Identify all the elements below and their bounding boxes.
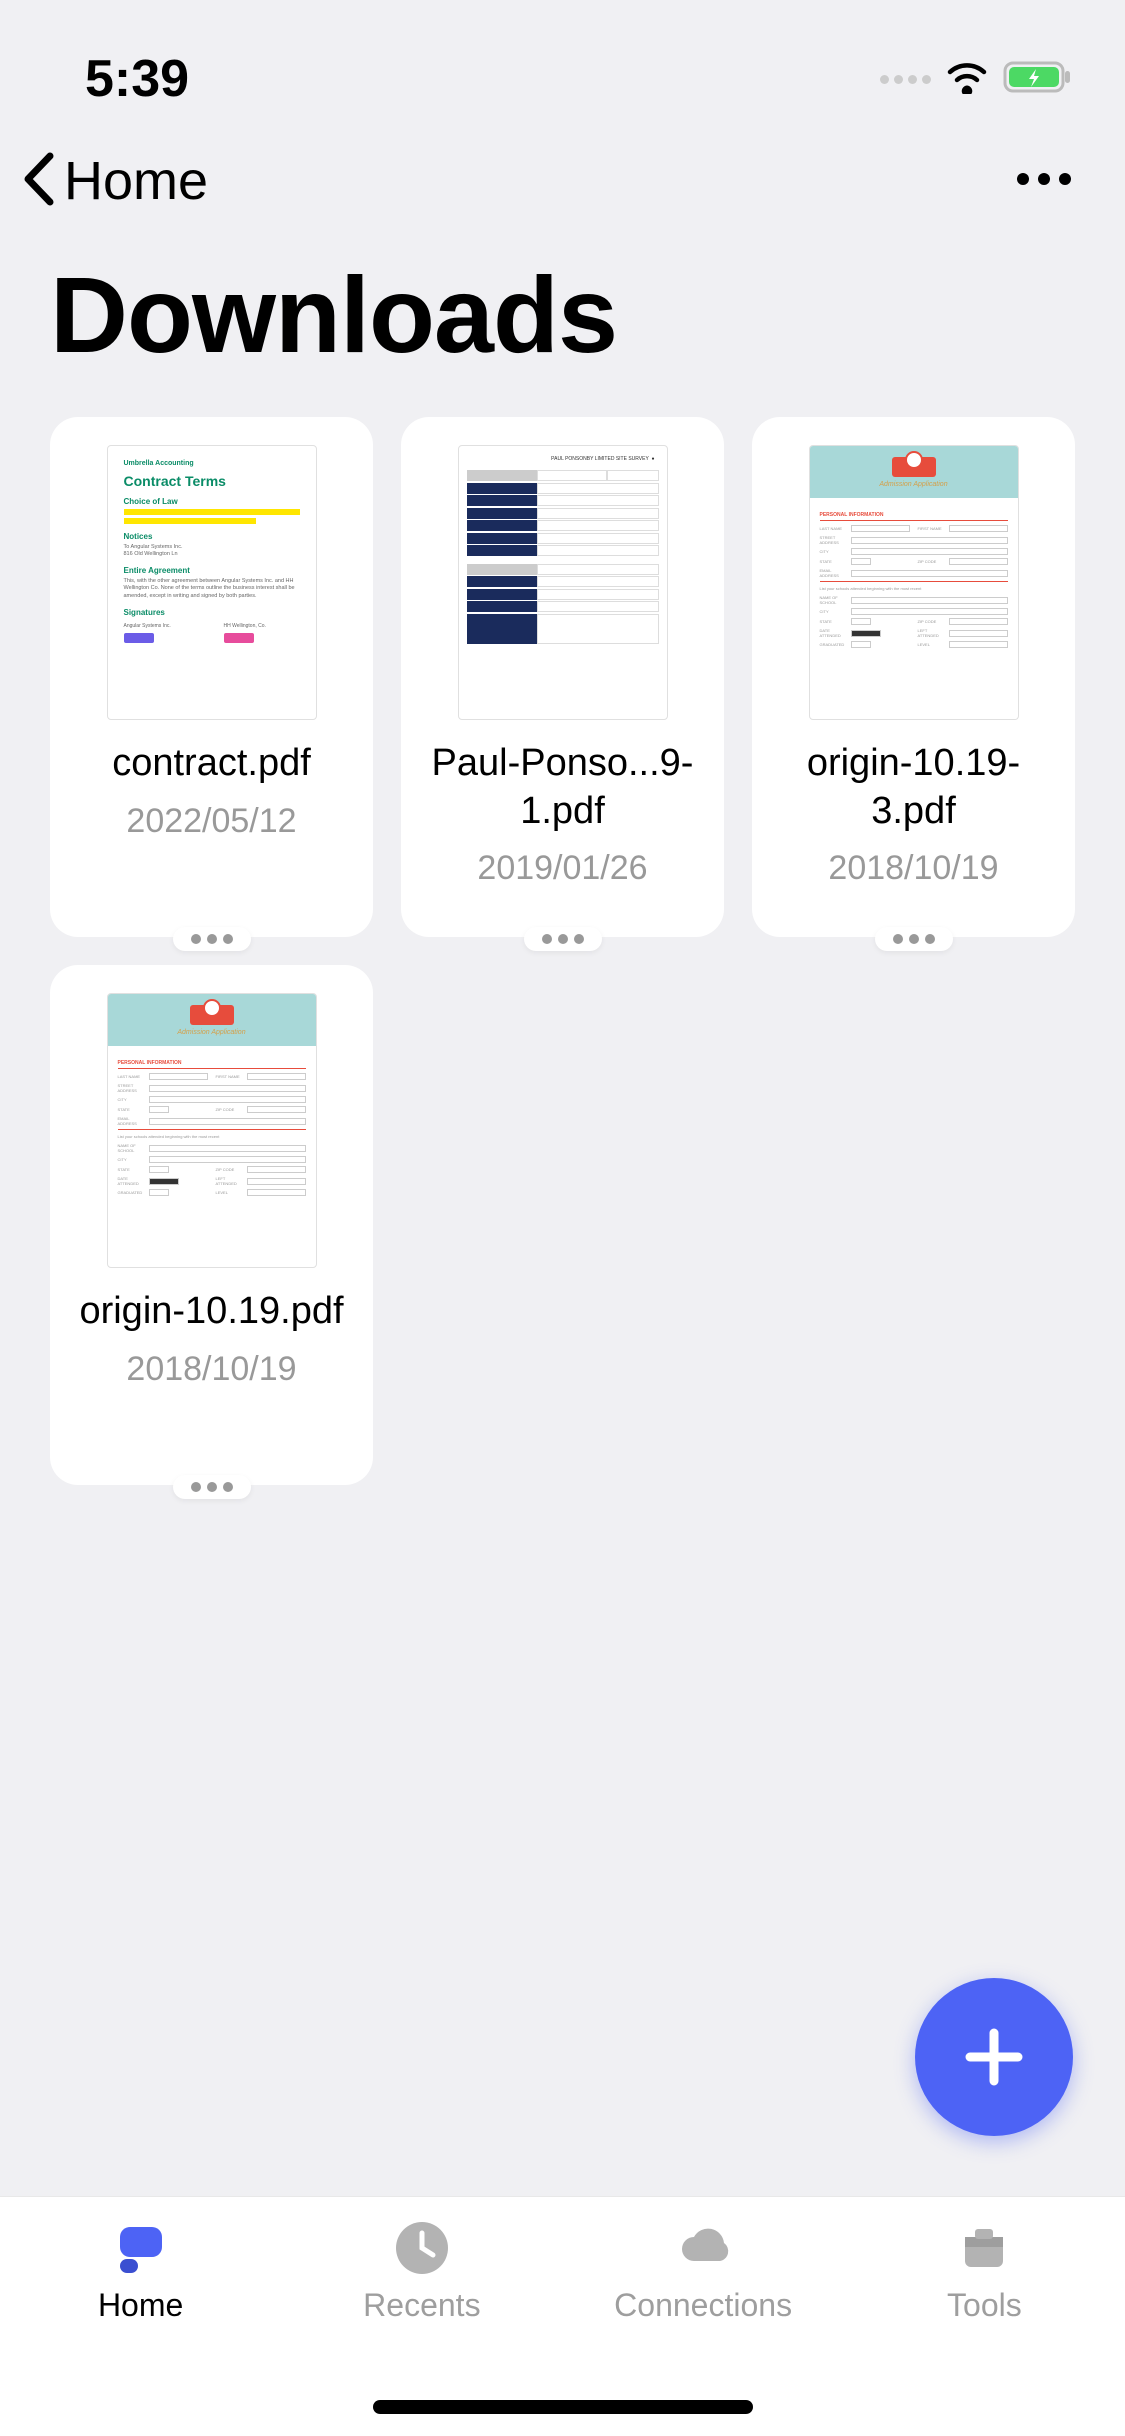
- nav-bar: Home: [0, 120, 1125, 222]
- file-date: 2018/10/19: [126, 1350, 296, 1389]
- back-button[interactable]: Home: [20, 150, 208, 212]
- battery-icon: [1003, 59, 1075, 100]
- file-name: origin-10.19.pdf: [79, 1288, 343, 1336]
- file-date: 2022/05/12: [126, 802, 296, 841]
- status-time: 5:39: [85, 49, 189, 109]
- home-tab-icon: [112, 2219, 170, 2277]
- file-more-button[interactable]: [173, 1475, 251, 1499]
- file-card[interactable]: Admission Application PERSONAL INFORMATI…: [50, 965, 373, 1485]
- file-card[interactable]: Admission Application PERSONAL INFORMATI…: [752, 417, 1075, 937]
- toolbox-icon: [955, 2219, 1013, 2277]
- file-more-button[interactable]: [524, 927, 602, 951]
- file-card[interactable]: PAUL PONSONBY LIMITED SITE SURVEY ● Paul…: [401, 417, 724, 937]
- page-title: Downloads: [0, 222, 1125, 417]
- file-thumbnail: PAUL PONSONBY LIMITED SITE SURVEY ●: [458, 445, 668, 720]
- file-date: 2019/01/26: [477, 849, 647, 888]
- tab-tools[interactable]: Tools: [844, 2219, 1125, 2436]
- cloud-icon: [674, 2219, 732, 2277]
- file-name: contract.pdf: [112, 740, 311, 788]
- file-name: origin-10.19-3.pdf: [770, 740, 1057, 835]
- tab-label: Tools: [947, 2287, 1022, 2324]
- status-bar: 5:39: [0, 0, 1125, 120]
- file-thumbnail: Admission Application PERSONAL INFORMATI…: [107, 993, 317, 1268]
- file-grid: Umbrella Accounting Contract Terms Choic…: [0, 417, 1125, 1485]
- tab-label: Home: [98, 2287, 183, 2324]
- file-thumbnail: Admission Application PERSONAL INFORMATI…: [809, 445, 1019, 720]
- file-name: Paul-Ponso...9-1.pdf: [419, 740, 706, 835]
- clock-icon: [393, 2219, 451, 2277]
- tab-home[interactable]: Home: [0, 2219, 281, 2436]
- file-thumbnail: Umbrella Accounting Contract Terms Choic…: [107, 445, 317, 720]
- file-date: 2018/10/19: [828, 849, 998, 888]
- plus-icon: [960, 2023, 1028, 2091]
- chevron-left-icon: [20, 152, 58, 211]
- wifi-icon: [945, 60, 989, 99]
- tab-label: Connections: [614, 2287, 792, 2324]
- status-indicators: [880, 59, 1075, 100]
- tab-label: Recents: [363, 2287, 480, 2324]
- cellular-signal-icon: [880, 75, 931, 84]
- add-button[interactable]: [915, 1978, 1073, 2136]
- back-label: Home: [64, 150, 208, 212]
- file-card[interactable]: Umbrella Accounting Contract Terms Choic…: [50, 417, 373, 937]
- file-more-button[interactable]: [173, 927, 251, 951]
- file-more-button[interactable]: [875, 927, 953, 951]
- home-indicator[interactable]: [373, 2400, 753, 2414]
- more-button[interactable]: [1013, 169, 1075, 194]
